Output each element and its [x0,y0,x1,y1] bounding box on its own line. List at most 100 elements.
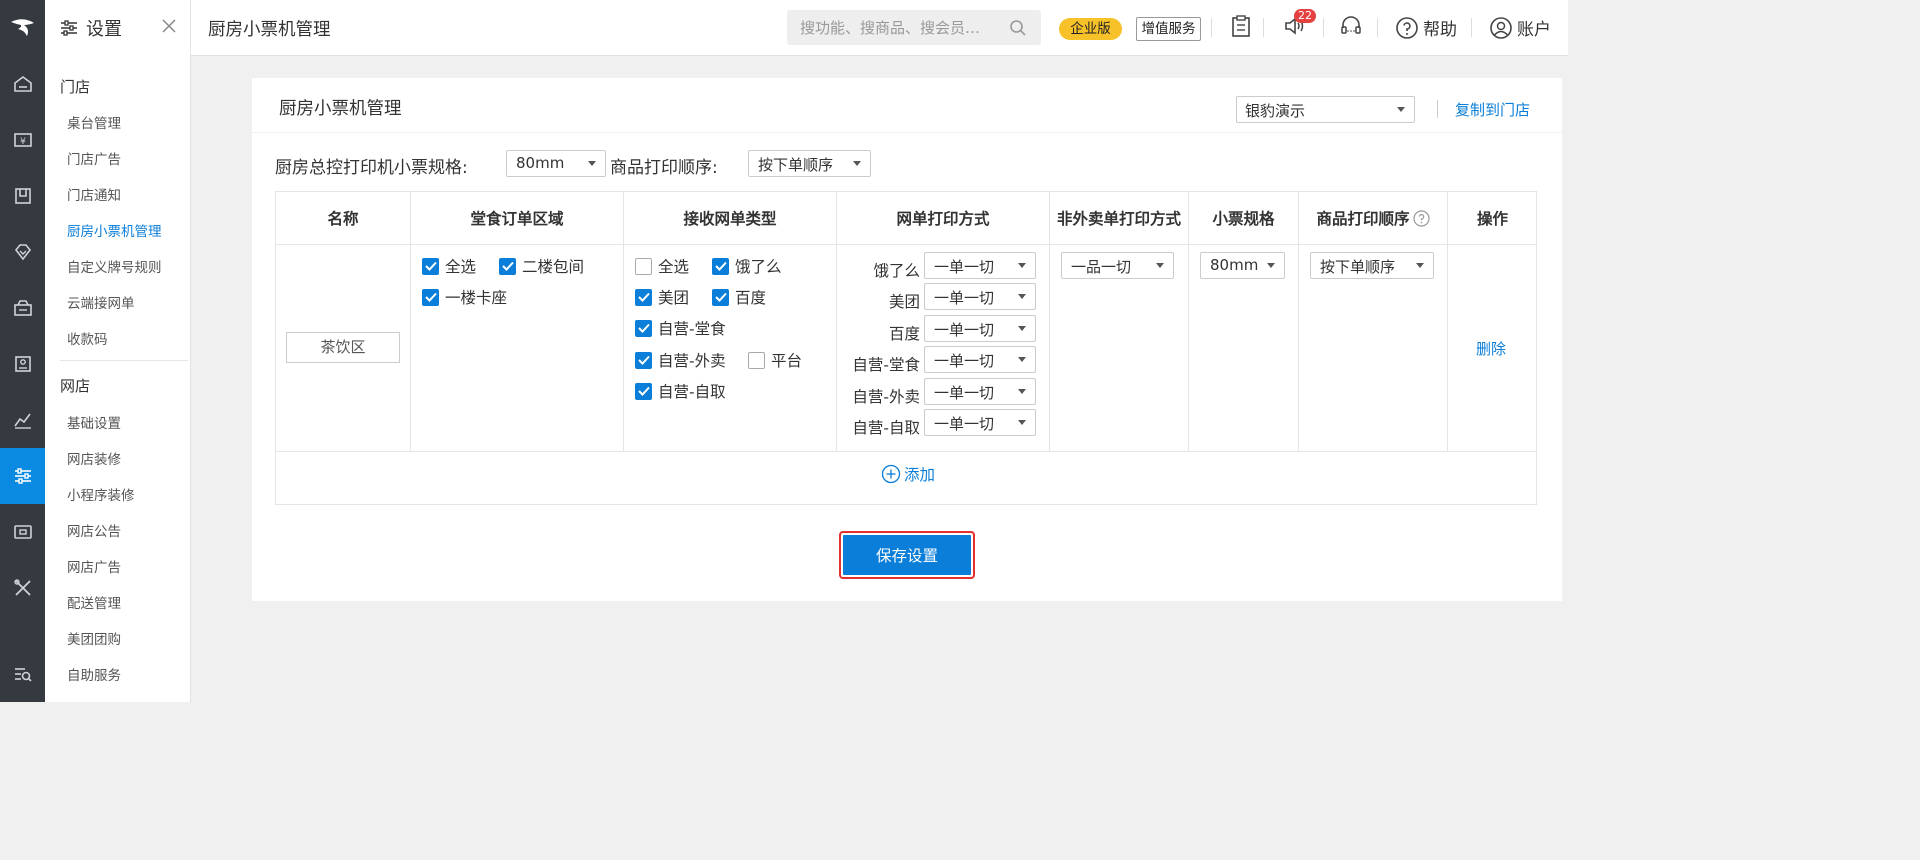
search-input[interactable]: 搜功能、搜商品、搜会员… [787,10,1041,45]
device-icon[interactable] [0,504,45,560]
ticket-spec-select[interactable]: 80mm [1200,252,1285,279]
checkbox-checked-icon [712,257,729,275]
order-type-checkbox[interactable]: 自营-堂食 [635,317,726,339]
row-print-order-select[interactable]: 按下单顺序 [1310,252,1434,279]
store-select[interactable]: 银豹演示 [1236,96,1415,123]
area-checkbox[interactable]: 一楼卡座 [422,286,507,308]
cashier-icon[interactable]: ¥ [0,112,45,168]
marketing-icon[interactable] [0,280,45,336]
divider [1323,18,1324,37]
order-type-checkbox[interactable]: 自营-自取 [635,380,726,402]
print-mode-select[interactable]: 一单一切 [924,252,1036,279]
save-button[interactable]: 保存设置 [839,531,975,579]
checkbox-checked-icon [635,351,652,369]
print-mode-value: 一单一切 [934,384,995,402]
menu-search-icon[interactable] [0,646,45,702]
sidebar-item-table[interactable]: 桌台管理 [67,112,121,132]
order-type-checkbox[interactable]: 饿了么 [712,255,782,277]
sidebar-item-self-service[interactable]: 自助服务 [67,664,121,684]
order-type-checkbox[interactable]: 百度 [712,286,766,308]
report-icon[interactable] [0,392,45,448]
order-type-checkbox[interactable]: 平台 [748,349,802,371]
row-divider [276,244,1536,245]
enterprise-badge[interactable]: 企业版 [1059,18,1122,40]
print-mode-select[interactable]: 一单一切 [924,378,1036,405]
sidebar-item-store-ad[interactable]: 门店广告 [67,148,121,168]
sidebar-item-kitchen-printer[interactable]: 厨房小票机管理 [67,220,162,240]
staff-icon[interactable] [0,336,45,392]
sidebar-item-meituan-group[interactable]: 美团团购 [67,628,121,648]
sidebar-item-miniapp[interactable]: 小程序装修 [67,484,135,504]
add-button[interactable]: 添加 [881,463,935,485]
non-takeout-mode-select[interactable]: 一品一切 [1061,252,1174,279]
member-icon[interactable] [0,224,45,280]
column-divider [410,192,411,451]
goods-icon[interactable] [0,168,45,224]
sidebar-item-online-ad[interactable]: 网店广告 [67,556,121,576]
sidebar-item-online-notice[interactable]: 网店公告 [67,520,121,540]
logo-icon[interactable] [0,0,45,56]
settings-card: 厨房小票机管理 银豹演示 复制到门店 厨房总控打印机小票规格: 80mm 商品打… [252,78,1562,601]
add-label: 添加 [904,466,936,484]
print-mode-label: 美团 [888,293,920,311]
search-placeholder: 搜功能、搜商品、搜会员… [800,19,981,37]
help-icon [1396,16,1418,39]
headset-icon[interactable] [1339,14,1363,42]
row-print-order-value: 按下单顺序 [1320,258,1396,276]
sidebar-item-basic[interactable]: 基础设置 [67,412,121,432]
sidebar-item-delivery[interactable]: 配送管理 [67,592,121,612]
area-checkbox[interactable]: 全选 [422,255,476,277]
print-mode-value: 一单一切 [934,289,995,307]
checkbox-checked-icon [422,257,439,275]
close-icon[interactable] [162,17,176,38]
home-icon[interactable] [0,56,45,112]
value-added-button[interactable]: 增值服务 [1136,17,1201,41]
sidebar-section-online: 网店 [60,377,91,395]
area-checkbox[interactable]: 二楼包间 [499,255,584,277]
divider [1471,18,1472,37]
print-order-select[interactable]: 按下单顺序 [748,150,871,177]
column-header-print-order-label: 商品打印顺序 [1316,210,1410,228]
delete-link[interactable]: 删除 [1476,338,1506,359]
sidebar-item-cloud-order[interactable]: 云端接网单 [67,292,135,312]
sidebar-item-store-notice[interactable]: 门店通知 [67,184,121,204]
order-type-checkbox-label: 自营-堂食 [658,320,726,338]
print-mode-select[interactable]: 一单一切 [924,409,1036,436]
settings-icon[interactable] [0,448,45,504]
account-link[interactable]: 账户 [1489,15,1551,40]
order-type-checkbox[interactable]: 美团 [635,286,689,308]
help-icon[interactable] [1412,209,1430,227]
checkbox-unchecked-icon [748,351,765,369]
order-type-checkbox[interactable]: 自营-外卖 [635,349,726,371]
checkbox-checked-icon [635,319,652,337]
sliders-icon [60,20,78,36]
divider [1211,18,1212,37]
store-select-value: 银豹演示 [1245,102,1306,120]
search-icon [1010,20,1026,36]
sidebar-item-number-rule[interactable]: 自定义牌号规则 [67,256,162,276]
print-mode-select[interactable]: 一单一切 [924,315,1036,342]
print-mode-label: 饿了么 [873,262,920,280]
column-divider [836,192,837,451]
copy-to-store-link[interactable]: 复制到门店 [1455,99,1530,120]
svg-text:¥: ¥ [20,137,26,147]
checkbox-unchecked-icon [635,257,652,275]
print-mode-select[interactable]: 一单一切 [924,346,1036,373]
column-header-print-order: 商品打印顺序 [1299,192,1447,244]
tools-icon[interactable] [0,560,45,616]
card-title: 厨房小票机管理 [279,99,402,119]
sidebar-item-decoration[interactable]: 网店装修 [67,448,121,468]
sidebar-header: 设置 [45,0,190,56]
clipboard-icon[interactable] [1231,14,1251,42]
column-header-name: 名称 [327,210,359,228]
order-type-checkbox[interactable]: 全选 [635,255,689,277]
sidebar-item-payment-code[interactable]: 收款码 [67,328,108,348]
settings-sidebar: 设置 门店 桌台管理 门店广告 门店通知 厨房小票机管理 自定义牌号规则 云端接… [45,0,191,702]
printer-name-input[interactable]: 茶饮区 [286,332,400,363]
print-mode-select[interactable]: 一单一切 [924,283,1036,310]
print-order-label: 商品打印顺序: [610,158,718,178]
sidebar-section-store: 门店 [60,78,91,96]
help-link[interactable]: 帮助 [1395,15,1457,40]
area-checkbox-label: 二楼包间 [522,258,585,276]
master-spec-select[interactable]: 80mm [506,150,606,177]
